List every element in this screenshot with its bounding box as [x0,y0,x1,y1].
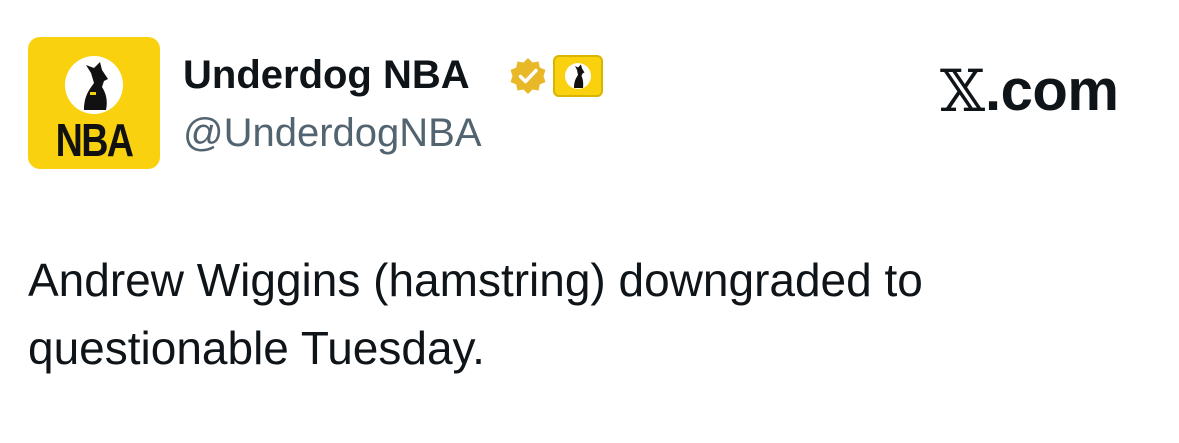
affiliate-dog-icon [565,63,591,89]
brand-suffix: .com [985,58,1119,123]
x-com-logo: 𝕏.com [940,57,1119,125]
affiliate-badge[interactable] [553,55,603,97]
x-logo-icon: 𝕏 [940,57,986,125]
author-avatar[interactable]: NBA [28,37,160,169]
tweet-text-line: Andrew Wiggins (hamstring) downgraded to [28,254,923,306]
verified-badge-icon [510,58,546,94]
author-handle[interactable]: @UnderdogNBA [183,110,482,156]
tweet-text-line: questionable Tuesday. [28,322,485,374]
tweet-text: Andrew Wiggins (hamstring) downgraded to… [28,246,1158,382]
author-display-name[interactable]: Underdog NBA [183,52,470,98]
avatar-label: NBA [55,114,134,166]
